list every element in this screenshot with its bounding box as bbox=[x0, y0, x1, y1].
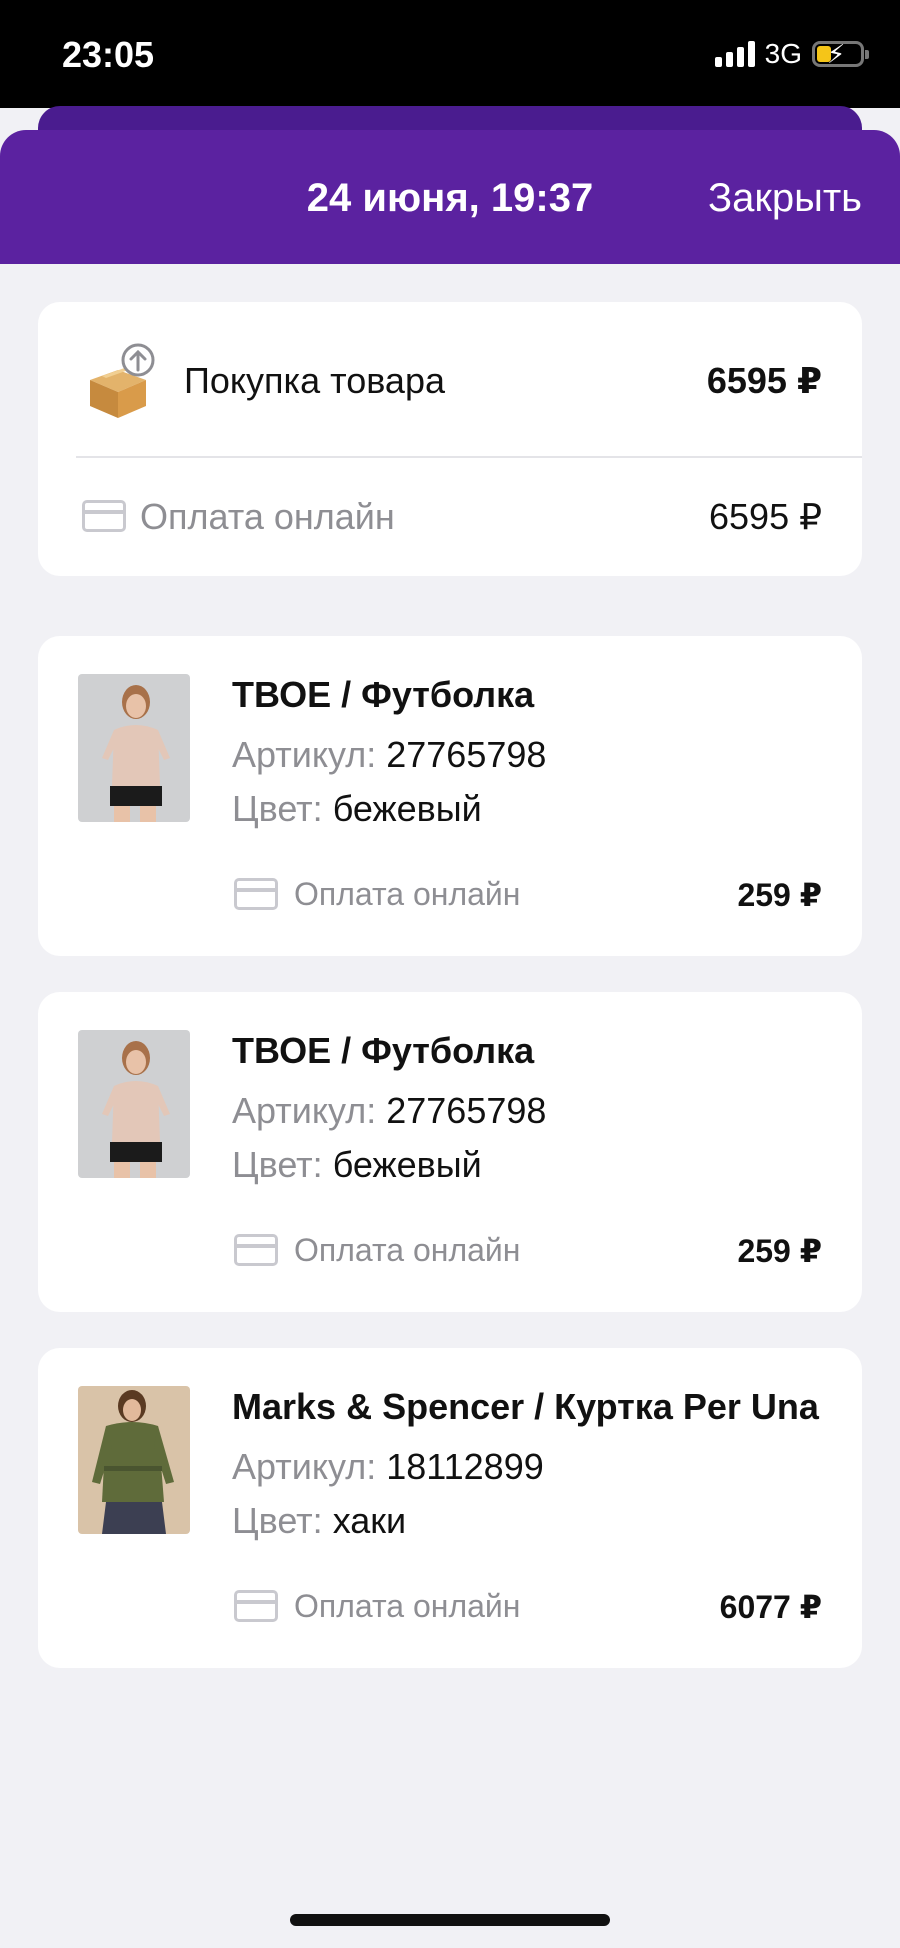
credit-card-icon bbox=[234, 878, 278, 910]
purchase-row: Покупка товара 6595 ₽ bbox=[38, 302, 862, 456]
color-label: Цвет: bbox=[232, 1500, 323, 1541]
product-image bbox=[78, 1030, 190, 1178]
color-value: бежевый bbox=[332, 788, 482, 829]
order-item-card[interactable]: ТВОЕ / Футболка Артикул: 27765798 Цвет: … bbox=[38, 636, 862, 956]
purchase-summary-card: Покупка товара 6595 ₽ Оплата онлайн 6595… bbox=[38, 302, 862, 576]
item-article: Артикул: 18112899 bbox=[232, 1446, 544, 1488]
article-label: Артикул: bbox=[232, 1446, 377, 1487]
payment-method-label: Оплата онлайн bbox=[294, 1232, 521, 1268]
status-time: 23:05 bbox=[62, 34, 155, 75]
item-price: 259 ₽ bbox=[737, 1233, 822, 1269]
signal-icon bbox=[714, 41, 755, 67]
purchase-amount: 6595 ₽ bbox=[706, 360, 822, 401]
product-image bbox=[78, 1386, 190, 1534]
credit-card-icon bbox=[234, 1590, 278, 1622]
purchase-label: Покупка товара bbox=[184, 360, 445, 401]
battery-icon: ⚡ bbox=[812, 40, 869, 68]
network-type: 3G bbox=[764, 38, 802, 69]
payment-method-label: Оплата онлайн bbox=[294, 1588, 521, 1624]
payment-method-label: Оплата онлайн bbox=[140, 496, 395, 537]
item-title: Marks & Spencer / Куртка Per Una bbox=[232, 1386, 819, 1427]
color-value: бежевый bbox=[332, 1144, 482, 1185]
article-value: 27765798 bbox=[386, 1090, 547, 1131]
item-title: ТВОЕ / Футболка bbox=[232, 1030, 535, 1071]
credit-card-icon bbox=[234, 1234, 278, 1266]
box-upload-icon bbox=[90, 343, 155, 418]
payment-amount: 6595 ₽ bbox=[709, 496, 822, 537]
color-label: Цвет: bbox=[232, 1144, 323, 1185]
article-value: 27765798 bbox=[386, 734, 547, 775]
item-color: Цвет: хаки bbox=[232, 1500, 406, 1542]
modal-header: 24 июня, 19:37 Закрыть bbox=[0, 130, 900, 264]
product-image bbox=[78, 674, 190, 822]
credit-card-icon bbox=[82, 500, 126, 532]
color-label: Цвет: bbox=[232, 788, 323, 829]
item-color: Цвет: бежевый bbox=[232, 788, 482, 830]
item-price: 6077 ₽ bbox=[719, 1589, 822, 1625]
order-item-card[interactable]: Marks & Spencer / Куртка Per Una Артикул… bbox=[38, 1348, 862, 1668]
article-value: 18112899 bbox=[386, 1446, 544, 1487]
payment-row: Оплата онлайн 6595 ₽ bbox=[38, 458, 862, 576]
article-label: Артикул: bbox=[232, 734, 377, 775]
item-price: 259 ₽ bbox=[737, 877, 822, 913]
item-title: ТВОЕ / Футболка bbox=[232, 674, 535, 715]
close-button[interactable]: Закрыть bbox=[708, 176, 862, 221]
order-item-card[interactable]: ТВОЕ / Футболка Артикул: 27765798 Цвет: … bbox=[38, 992, 862, 1312]
status-indicators: 3G ⚡ bbox=[714, 38, 869, 70]
item-article: Артикул: 27765798 bbox=[232, 734, 546, 776]
article-label: Артикул: bbox=[232, 1090, 377, 1131]
status-bar: 23:05 3G ⚡ bbox=[0, 0, 900, 108]
item-article: Артикул: 27765798 bbox=[232, 1090, 546, 1132]
payment-method-label: Оплата онлайн bbox=[294, 876, 521, 912]
item-color: Цвет: бежевый bbox=[232, 1144, 482, 1186]
color-value: хаки bbox=[332, 1500, 407, 1541]
home-indicator[interactable] bbox=[290, 1914, 610, 1926]
